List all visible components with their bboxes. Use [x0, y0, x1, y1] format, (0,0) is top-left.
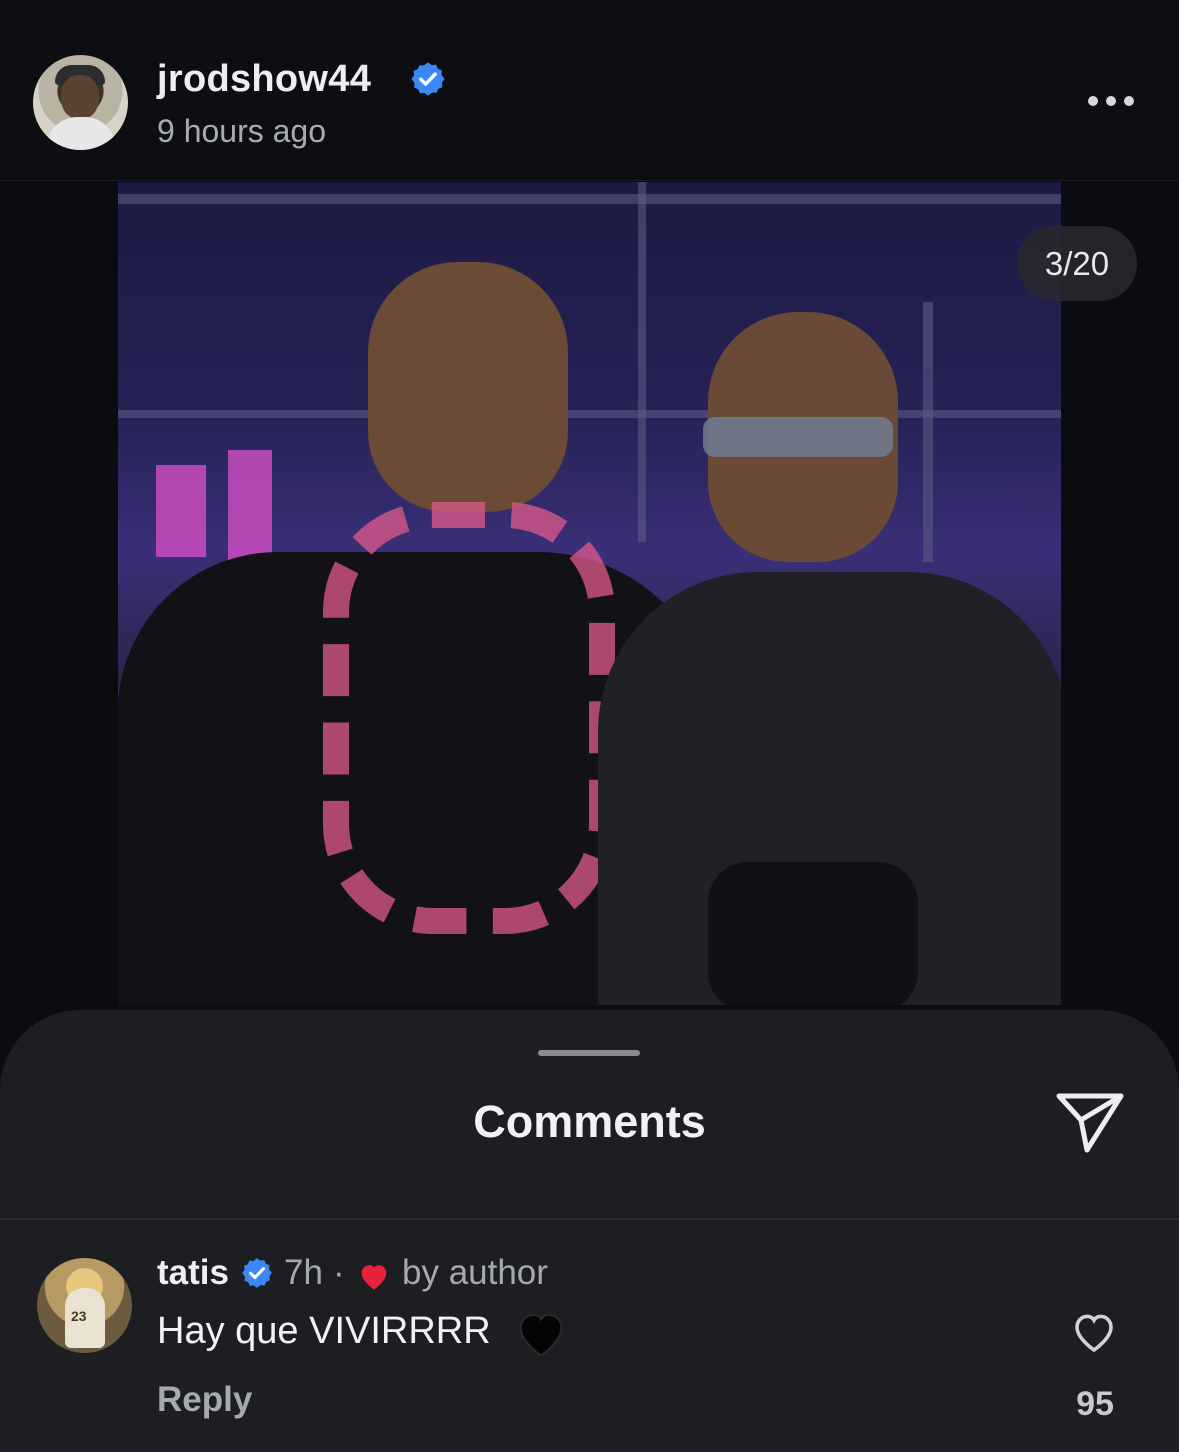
post-header: jrodshow44 9 hours ago [0, 0, 1179, 181]
author-username[interactable]: jrodshow44 [157, 58, 371, 101]
black-heart-icon [519, 1314, 563, 1357]
like-heart-icon[interactable] [1070, 1310, 1118, 1354]
commenter-username[interactable]: tatis [157, 1253, 229, 1293]
send-icon[interactable] [1055, 1090, 1125, 1154]
media-counter: 3/20 [1017, 226, 1137, 301]
comment-timestamp: 7h [284, 1253, 323, 1292]
comments-title: Comments [473, 1096, 706, 1147]
like-count: 95 [1076, 1385, 1114, 1423]
sheet-divider [0, 1218, 1179, 1220]
sheet-drag-handle[interactable] [538, 1050, 640, 1056]
post-photo[interactable] [118, 182, 1061, 1005]
post-timestamp: 9 hours ago [157, 113, 327, 149]
verified-badge-icon [242, 1258, 272, 1288]
person-left [368, 262, 568, 512]
liked-by-author-heart-icon [361, 1265, 387, 1290]
meta-separator: · [333, 1253, 345, 1292]
verified-badge-icon [411, 62, 445, 96]
author-avatar[interactable] [33, 55, 128, 150]
liked-by-author-label: by author [402, 1253, 548, 1292]
commenter-avatar[interactable]: 23 [37, 1258, 132, 1353]
more-options-icon[interactable] [1088, 88, 1138, 114]
comments-sheet: Comments 23 tatis 7h · by author Hay que… [0, 1010, 1179, 1452]
comment-text: Hay que VIVIRRRR [157, 1310, 491, 1352]
reply-button[interactable]: Reply [157, 1380, 252, 1420]
